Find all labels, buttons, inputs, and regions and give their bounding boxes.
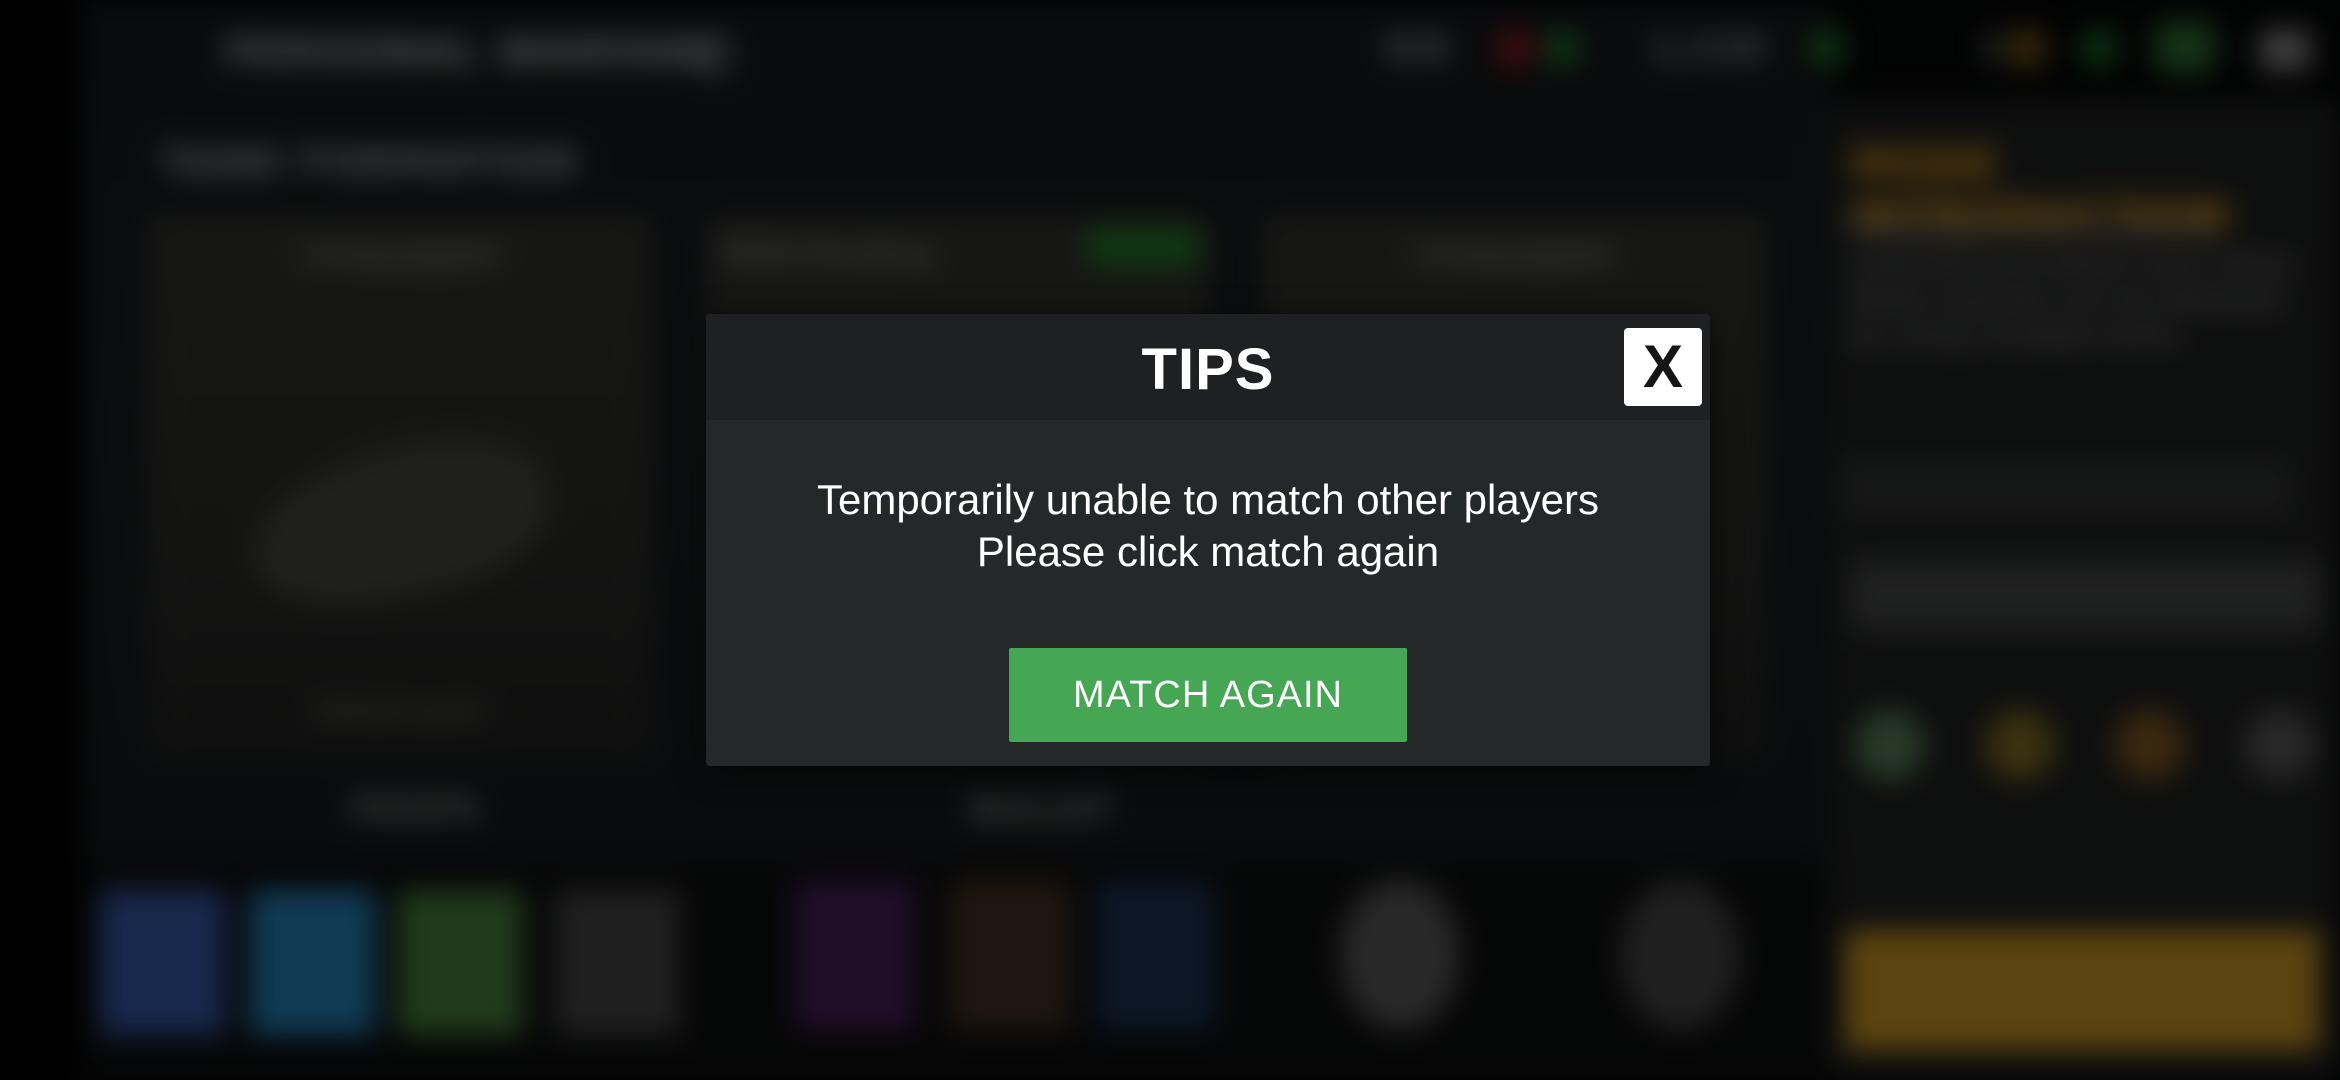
tips-dialog: TIPS X Temporarily unable to match other… — [706, 314, 1710, 766]
dialog-header: TIPS X — [706, 314, 1710, 420]
close-button[interactable]: X — [1624, 328, 1702, 406]
message-line-2: Please click match again — [976, 528, 1440, 575]
match-again-button[interactable]: MATCH AGAIN — [1009, 648, 1407, 742]
message-line-1: Temporarily unable to match other player… — [816, 476, 1600, 523]
dialog-title: TIPS — [1141, 337, 1275, 402]
dialog-message: Temporarily unable to match other player… — [706, 474, 1710, 578]
